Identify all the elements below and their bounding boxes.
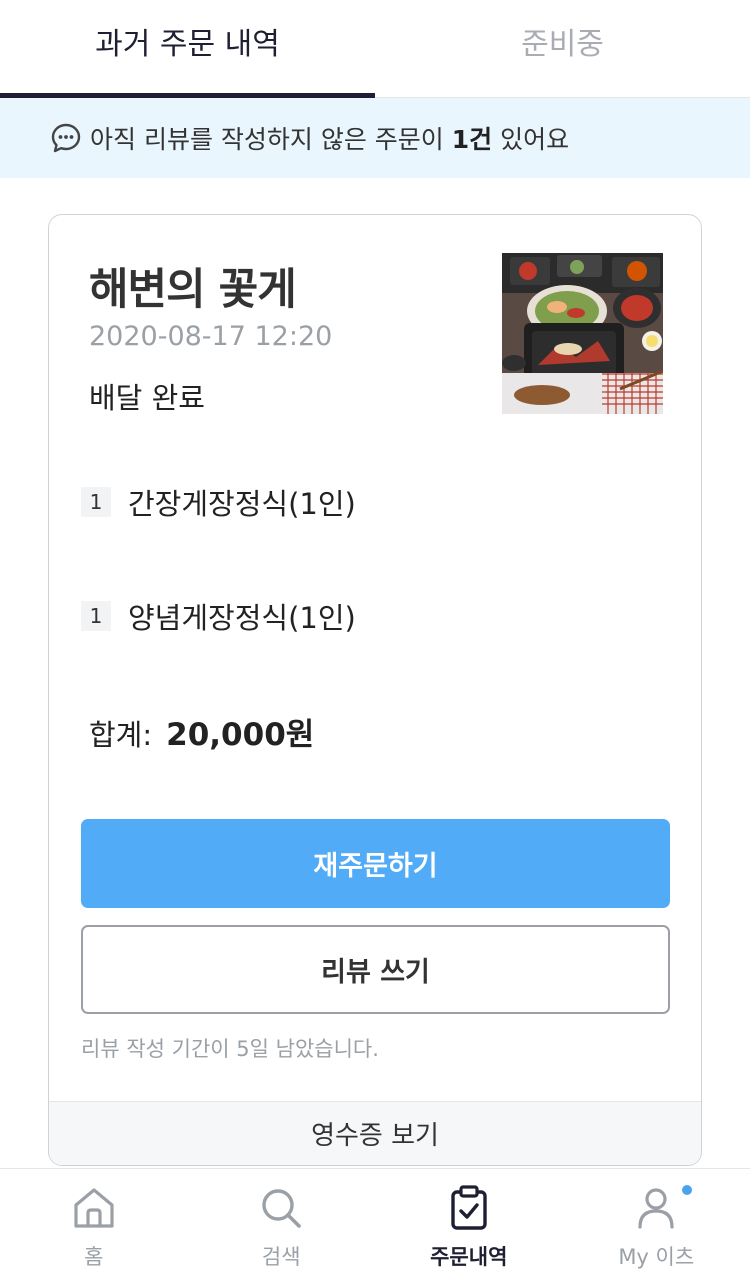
nav-search-label: 검색 bbox=[261, 1245, 301, 1269]
receipt-label: 영수증 보기 bbox=[311, 1121, 439, 1151]
clipboard-check-icon bbox=[446, 1185, 492, 1231]
notice-text: 아직 리뷰를 작성하지 않은 주문이 1건 있어요 bbox=[90, 120, 569, 156]
nav-search[interactable]: 검색 bbox=[188, 1169, 376, 1280]
notification-dot bbox=[682, 1185, 692, 1195]
order-history-screen: 과거 주문 내역 준비중 아직 리뷰를 작성하지 않은 주문이 1건 있어요 해… bbox=[0, 0, 750, 1280]
write-review-button[interactable]: 리뷰 쓰기 bbox=[81, 925, 670, 1014]
item-name: 간장게장정식(1인) bbox=[128, 487, 356, 521]
order-item: 1 간장게장정식(1인) bbox=[81, 481, 356, 523]
home-icon bbox=[71, 1185, 117, 1231]
order-card: 해변의 꽃게 2020-08-17 12:20 배달 완료 1 간장게장정식(1… bbox=[48, 214, 702, 1166]
nav-my-eats[interactable]: My 이츠 bbox=[563, 1169, 750, 1280]
item-quantity: 1 bbox=[81, 601, 111, 631]
order-tabs: 과거 주문 내역 준비중 bbox=[0, 0, 750, 98]
bottom-nav: 홈 검색 주문내역 My 이츠 bbox=[0, 1168, 750, 1280]
reorder-button[interactable]: 재주문하기 bbox=[81, 819, 670, 908]
nav-home-label: 홈 bbox=[84, 1245, 104, 1269]
order-status: 배달 완료 bbox=[89, 381, 205, 415]
chat-bubble-icon bbox=[50, 122, 82, 154]
nav-orders-label: 주문내역 bbox=[430, 1245, 508, 1269]
user-icon bbox=[633, 1185, 679, 1231]
notice-suffix: 있어요 bbox=[492, 125, 570, 154]
tab-past-orders[interactable]: 과거 주문 내역 bbox=[0, 0, 375, 98]
tab-preparing[interactable]: 준비중 bbox=[375, 0, 750, 97]
notice-prefix: 아직 리뷰를 작성하지 않은 주문이 bbox=[90, 125, 452, 154]
food-thumbnail[interactable] bbox=[502, 253, 663, 414]
tab-preparing-label: 준비중 bbox=[521, 26, 604, 62]
review-notice-banner[interactable]: 아직 리뷰를 작성하지 않은 주문이 1건 있어요 bbox=[0, 98, 750, 178]
tab-past-orders-label: 과거 주문 내역 bbox=[95, 26, 280, 62]
nav-orders[interactable]: 주문내역 bbox=[375, 1169, 563, 1280]
nav-my-eats-label: My 이츠 bbox=[618, 1245, 695, 1269]
review-deadline-note: 리뷰 작성 기간이 5일 남았습니다. bbox=[81, 1037, 379, 1061]
item-name: 양념게장정식(1인) bbox=[128, 601, 356, 635]
order-date: 2020-08-17 12:20 bbox=[89, 321, 333, 352]
order-total: 합계: 20,000원 bbox=[89, 709, 314, 754]
store-name[interactable]: 해변의 꽃게 bbox=[89, 255, 297, 317]
nav-home[interactable]: 홈 bbox=[0, 1169, 188, 1280]
view-receipt-button[interactable]: 영수증 보기 bbox=[49, 1101, 701, 1165]
notice-count: 1건 bbox=[451, 125, 493, 154]
total-value: 20,000원 bbox=[166, 717, 315, 753]
order-item: 1 양념게장정식(1인) bbox=[81, 595, 356, 637]
total-label: 합계: bbox=[89, 718, 153, 752]
item-quantity: 1 bbox=[81, 487, 111, 517]
search-icon bbox=[258, 1185, 304, 1231]
